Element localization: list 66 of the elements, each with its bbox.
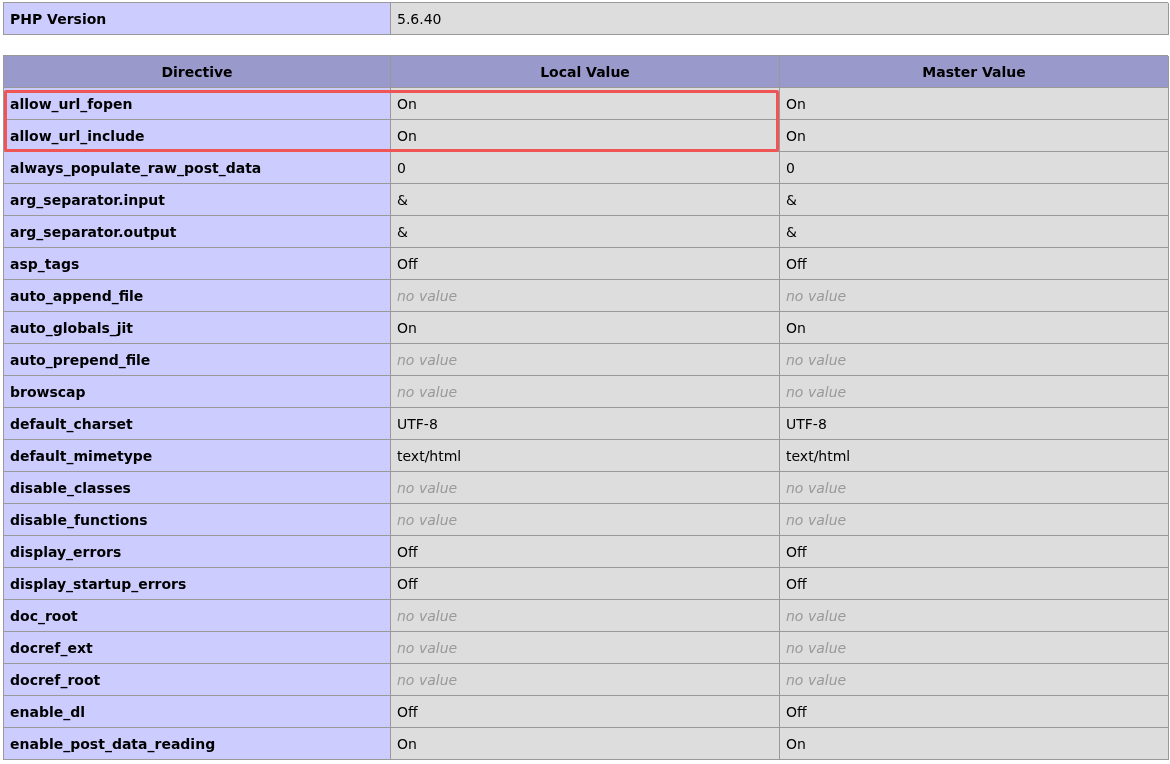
table-cell: docref_root [4,664,391,696]
table-cell: On [780,88,1169,120]
table-cell: always_populate_raw_post_data [4,152,391,184]
table-cell: no value [391,376,780,408]
table-cell: 0 [391,152,780,184]
table-cell: default_mimetype [4,440,391,472]
table-cell: Off [780,248,1169,280]
column-header: Local Value [391,56,780,88]
table-cell: & [391,216,780,248]
table-cell: On [780,120,1169,152]
table-cell: UTF-8 [780,408,1169,440]
table-cell: On [780,728,1169,760]
table-cell: asp_tags [4,248,391,280]
table-cell: no value [391,472,780,504]
table-cell: Off [391,536,780,568]
table-cell: text/html [780,440,1169,472]
table-cell: allow_url_include [4,120,391,152]
table-cell: enable_dl [4,696,391,728]
table-cell: docref_ext [4,632,391,664]
column-header: Master Value [780,56,1169,88]
table-cell: no value [391,280,780,312]
table-cell: arg_separator.output [4,216,391,248]
table-cell: no value [391,632,780,664]
table-cell: no value [780,504,1169,536]
column-header: Directive [4,56,391,88]
table-cell: no value [780,600,1169,632]
table-cell: On [391,120,780,152]
table-cell: PHP Version [4,3,391,35]
table-cell: auto_globals_jit [4,312,391,344]
table-cell: no value [780,664,1169,696]
table-cell: & [780,184,1169,216]
table-cell: no value [391,664,780,696]
table-cell: display_errors [4,536,391,568]
table-cell: no value [780,280,1169,312]
table-cell: no value [780,632,1169,664]
table-cell: Off [780,568,1169,600]
table-cell: 5.6.40 [391,3,1169,35]
table-cell: 0 [780,152,1169,184]
table-cell: disable_functions [4,504,391,536]
table-cell: enable_post_data_reading [4,728,391,760]
table-cell: Off [391,696,780,728]
table-cell: & [780,216,1169,248]
table-cell: text/html [391,440,780,472]
table-cell: no value [780,472,1169,504]
table-cell: arg_separator.input [4,184,391,216]
table-cell: disable_classes [4,472,391,504]
table-cell: no value [391,600,780,632]
table-cell: no value [780,376,1169,408]
table-cell: Off [391,248,780,280]
table-cell: no value [780,344,1169,376]
table-cell: doc_root [4,600,391,632]
table-cell: On [391,312,780,344]
table-cell: no value [391,344,780,376]
table-cell: no value [391,504,780,536]
table-cell: On [391,728,780,760]
table-cell: UTF-8 [391,408,780,440]
table-cell: Off [780,696,1169,728]
table-cell: Off [780,536,1169,568]
table-cell: & [391,184,780,216]
table-cell: browscap [4,376,391,408]
table-cell: auto_append_file [4,280,391,312]
table-cell: default_charset [4,408,391,440]
table-cell: auto_prepend_file [4,344,391,376]
table-cell: Off [391,568,780,600]
table-cell: display_startup_errors [4,568,391,600]
table-cell: On [780,312,1169,344]
